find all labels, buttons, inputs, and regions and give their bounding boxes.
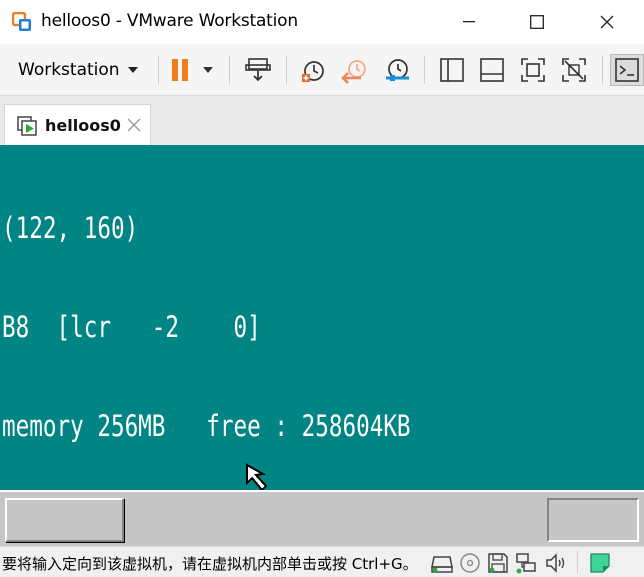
tab-label: helloos0 (45, 116, 121, 135)
unity-button[interactable] (556, 54, 592, 86)
pause-button[interactable] (168, 54, 220, 86)
toolbar-divider (602, 56, 603, 84)
network-icon (516, 553, 536, 574)
full-screen-icon (521, 58, 545, 82)
maximize-icon (530, 15, 544, 29)
console-line: B8 [lcr -2 0] (2, 310, 261, 344)
vm-running-icon (17, 116, 37, 136)
hard-disk-icon (431, 556, 453, 573)
chevron-down-icon (127, 67, 138, 73)
vm-console-text: (122, 160) B8 [lcr -2 0] memory 256MB fr… (2, 146, 411, 490)
cd-dvd-status[interactable] (458, 551, 482, 575)
mouse-cursor-icon (246, 463, 268, 490)
console-view-icon (615, 58, 639, 82)
tab-strip: helloos0 (0, 96, 644, 145)
revert-snapshot-button[interactable] (338, 54, 372, 86)
maximize-button[interactable] (514, 0, 560, 44)
pause-icon (172, 59, 213, 81)
thumbnail-bar-button[interactable] (474, 54, 510, 86)
snapshot-icon (302, 61, 324, 82)
title-bar: helloos0 - VMware Workstation (0, 0, 644, 44)
vm-start-button[interactable] (5, 498, 124, 542)
send-ctrl-alt-del-button[interactable] (240, 54, 276, 86)
snapshot-manager-button[interactable] (380, 54, 414, 86)
vm-display[interactable]: (122, 160) B8 [lcr -2 0] memory 256MB fr… (0, 145, 644, 490)
console-line: (122, 160) (2, 211, 139, 245)
status-divider (577, 551, 578, 573)
network-status[interactable] (514, 551, 538, 575)
workstation-menu-label: Workstation (18, 60, 120, 80)
minimize-button[interactable] (446, 0, 492, 44)
close-icon (600, 15, 614, 29)
cd-dvd-icon (460, 553, 480, 573)
console-line: memory 256MB free : 258604KB (2, 409, 411, 443)
toolbar-divider (229, 56, 230, 84)
full-screen-button[interactable] (515, 54, 551, 86)
vm-taskbar (0, 490, 644, 546)
floppy-status[interactable] (486, 551, 510, 575)
toolbar-divider (158, 56, 159, 84)
library-view-icon (440, 58, 464, 82)
toolbar-divider (286, 56, 287, 84)
unity-icon (562, 58, 586, 82)
send-ctrl-alt-del-icon (245, 58, 271, 82)
status-bar: 要将输入定向到该虚拟机，请在虚拟机内部单击或按 Ctrl+G。 (0, 546, 644, 577)
main-toolbar: Workstation (0, 44, 644, 96)
message-icon (590, 553, 610, 573)
console-view-button[interactable] (610, 54, 644, 86)
close-window-button[interactable] (584, 0, 630, 44)
revert-snapshot-icon (341, 60, 366, 84)
message-log-button[interactable] (588, 551, 612, 575)
library-view-button[interactable] (434, 54, 470, 86)
workstation-menu[interactable]: Workstation (10, 54, 146, 86)
vm-tray-area (547, 498, 639, 542)
take-snapshot-button[interactable] (296, 54, 330, 86)
snapshot-manager-icon (386, 59, 409, 81)
floppy-icon (488, 553, 508, 573)
hard-disk-status[interactable] (430, 551, 454, 575)
close-tab-button[interactable] (123, 114, 145, 136)
close-icon (127, 118, 141, 132)
sound-status[interactable] (544, 551, 568, 575)
toolbar-divider (424, 56, 425, 84)
vmware-app-icon (12, 12, 31, 31)
window-title: helloos0 - VMware Workstation (41, 11, 298, 31)
sound-icon (546, 553, 565, 573)
tab-helloos0[interactable]: helloos0 (4, 104, 151, 145)
minimize-icon (463, 21, 475, 23)
thumbnail-view-icon (480, 58, 504, 82)
status-message: 要将输入定向到该虚拟机，请在虚拟机内部单击或按 Ctrl+G。 (2, 555, 418, 573)
